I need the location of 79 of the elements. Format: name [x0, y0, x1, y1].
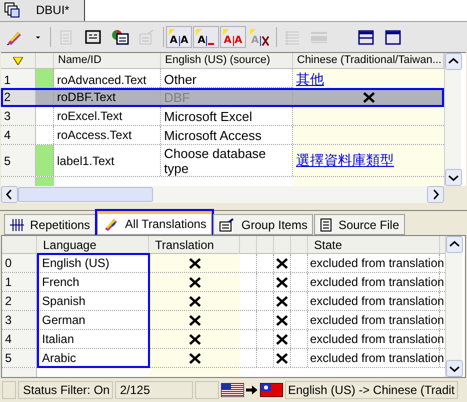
row-number: 1 [1, 69, 36, 90]
row-number: 2 [2, 292, 37, 310]
document-tab-title: DBUI* [36, 2, 70, 19]
status-filter: Status Filter: On [18, 381, 113, 399]
filter-icon[interactable] [13, 56, 23, 64]
page-icon [320, 218, 332, 232]
table-cell: Arabic [37, 349, 149, 367]
row-number: 5 [2, 349, 37, 367]
excluded-icon [188, 334, 200, 344]
arrow-icon [246, 385, 258, 395]
excluded-icon [276, 352, 288, 364]
table-cell: Italian [37, 330, 149, 348]
excluded-icon [188, 296, 200, 306]
table-cell-text: 其他 [296, 70, 324, 89]
table-row[interactable]: 4 roAccess.Text Microsoft Access [1, 126, 444, 145]
windows-icon [4, 2, 20, 18]
scrollbar-thumb[interactable] [18, 187, 153, 202]
scroll-left-icon[interactable] [1, 186, 18, 203]
table-cell-text: 選擇資料庫類型 [296, 151, 394, 170]
column-header[interactable]: Name/ID [54, 53, 161, 68]
status-panel [2, 381, 16, 399]
excluded-icon [188, 314, 200, 326]
table-cell: DBF [161, 88, 293, 106]
pen-icon [103, 217, 120, 231]
excluded-icon [188, 258, 200, 268]
text-format-button[interactable]: A [193, 26, 219, 48]
excluded-icon [188, 276, 200, 288]
tab[interactable]: Source File [314, 214, 406, 235]
tab[interactable]: All Translations [97, 211, 212, 235]
column-header[interactable]: State [308, 236, 440, 254]
excluded-icon [276, 276, 288, 288]
text-format-button[interactable]: A A [166, 26, 192, 48]
text-format-button[interactable]: A A [220, 26, 246, 48]
row-number: 3 [1, 107, 36, 125]
tab[interactable]: Repetitions [4, 214, 96, 235]
table-cell: English (US) [37, 254, 149, 272]
table-row[interactable]: 5 label1.Text Choose database type 選擇資料庫類型 [1, 145, 444, 177]
excluded-icon [362, 92, 374, 102]
row-number: 2 [1, 88, 36, 106]
table-row[interactable]: 3 roExcel.Text Microsoft Excel [1, 107, 444, 126]
scroll-right-icon[interactable] [427, 186, 444, 203]
vertical-scrollbar[interactable] [444, 53, 461, 186]
row-number: 0 [2, 254, 37, 272]
table-cell: roDBF.Text [54, 88, 161, 106]
row-number: 4 [1, 126, 36, 144]
column-header[interactable]: English (US) (source) [161, 53, 293, 68]
table-row[interactable]: 2 roDBF.Text DBF [1, 88, 444, 107]
form-icon [219, 218, 236, 232]
excluded-icon [276, 334, 288, 344]
scroll-up-icon[interactable] [445, 53, 462, 70]
scroll-down-icon[interactable] [445, 169, 462, 186]
tab[interactable]: Group Items [213, 214, 314, 235]
scroll-down-icon[interactable] [446, 360, 463, 377]
excluded-icon [188, 352, 200, 364]
table-cell: roAccess.Text [54, 126, 161, 144]
record-position: 2/125 [115, 381, 193, 399]
cross-icon [262, 36, 269, 46]
status-panel [195, 381, 219, 399]
row-number: 3 [2, 311, 37, 329]
table-cell: Spanish [37, 292, 149, 310]
scroll-up-icon[interactable] [446, 236, 463, 253]
document-tab[interactable]: DBUI* [0, 0, 85, 21]
row-number: 1 [2, 273, 37, 291]
table-cell: roExcel.Text [54, 107, 161, 125]
row-number: 4 [2, 330, 37, 348]
grid-lines-icon [10, 218, 24, 230]
excluded-icon [276, 314, 288, 326]
vertical-scrollbar[interactable] [445, 236, 462, 377]
table-cell: French [37, 273, 149, 291]
horizontal-scrollbar[interactable] [1, 186, 444, 203]
column-header[interactable]: Language [37, 236, 149, 254]
flag-icon [221, 383, 244, 397]
excluded-icon [276, 296, 288, 306]
language-pair: English (US) -> Chinese (Tradit [285, 381, 458, 399]
table-cell: label1.Text [54, 145, 161, 176]
row-number: 5 [1, 145, 36, 176]
table-cell: German [37, 311, 149, 329]
excluded-icon [276, 258, 288, 268]
flag-icon [260, 383, 283, 397]
